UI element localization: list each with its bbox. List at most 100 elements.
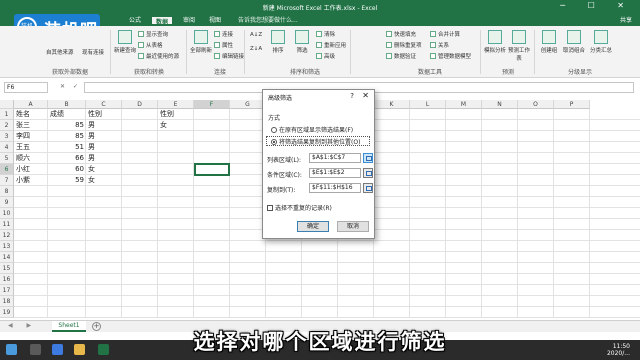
new-query-button[interactable]: 新建查询: [114, 30, 136, 54]
row-header-3[interactable]: 3: [0, 131, 14, 142]
column-header-o[interactable]: O: [518, 100, 554, 109]
cell-b1[interactable]: 成绩: [50, 109, 64, 120]
row-header-9[interactable]: 9: [0, 197, 14, 208]
row-header-6[interactable]: 6: [0, 164, 14, 175]
cell-b6[interactable]: 60: [50, 164, 84, 175]
existing-connections-button[interactable]: 现有连接: [82, 48, 104, 56]
tab-view[interactable]: 视图: [204, 15, 226, 26]
column-header-k[interactable]: K: [374, 100, 410, 109]
data-validation-button[interactable]: 数据验证: [386, 52, 416, 60]
tab-data[interactable]: 数据: [150, 15, 174, 26]
column-header-g[interactable]: G: [230, 100, 266, 109]
copy-to-input[interactable]: $F$11:$H$16: [309, 183, 361, 193]
collapse-dialog-icon[interactable]: [363, 153, 373, 163]
cell-a6[interactable]: 小红: [16, 164, 30, 175]
cell-c1[interactable]: 性别: [88, 109, 102, 120]
cell-a5[interactable]: 顺六: [16, 153, 30, 164]
unique-records-checkbox[interactable]: 选择不重复的记录(R): [267, 203, 332, 212]
row-header-11[interactable]: 11: [0, 219, 14, 230]
connections-button[interactable]: 连接: [214, 30, 233, 38]
tab-review[interactable]: 审阅: [178, 15, 200, 26]
subtotal-button[interactable]: 分类汇总: [588, 30, 614, 54]
collapse-dialog-icon[interactable]: [363, 168, 373, 178]
cell-b7[interactable]: 59: [50, 175, 84, 186]
column-header-f[interactable]: F: [194, 100, 230, 109]
column-header-d[interactable]: D: [122, 100, 158, 109]
cell-e2[interactable]: 女: [160, 120, 167, 131]
tell-me-search[interactable]: 告诉我您想要做什么...: [238, 15, 298, 26]
group-button[interactable]: 创建组: [538, 30, 560, 54]
refresh-all-button[interactable]: 全部刷新: [190, 30, 212, 54]
row-header-1[interactable]: 1: [0, 109, 14, 120]
column-header-c[interactable]: C: [86, 100, 122, 109]
cell-a4[interactable]: 王五: [16, 142, 30, 153]
column-header-n[interactable]: N: [482, 100, 518, 109]
row-header-7[interactable]: 7: [0, 175, 14, 186]
column-header-e[interactable]: E: [158, 100, 194, 109]
column-header-a[interactable]: A: [14, 100, 48, 109]
consolidate-button[interactable]: 合并计算: [430, 30, 460, 38]
row-header-10[interactable]: 10: [0, 208, 14, 219]
name-box[interactable]: F6: [4, 82, 48, 93]
row-header-14[interactable]: 14: [0, 252, 14, 263]
properties-button[interactable]: 属性: [214, 41, 233, 49]
radio-copy-to-location[interactable]: 将筛选结果复制到其他位置(O): [271, 137, 360, 146]
what-if-button[interactable]: 模拟分析: [484, 30, 506, 54]
row-header-19[interactable]: 19: [0, 307, 14, 318]
clear-button[interactable]: 清除: [316, 30, 335, 38]
cell-b2[interactable]: 85: [50, 120, 84, 131]
data-model-button[interactable]: 管理数据模型: [430, 52, 471, 60]
row-header-5[interactable]: 5: [0, 153, 14, 164]
help-button[interactable]: ?: [350, 92, 354, 100]
cell-b4[interactable]: 51: [50, 142, 84, 153]
column-header-m[interactable]: M: [446, 100, 482, 109]
select-all-corner[interactable]: [0, 100, 14, 109]
row-header-16[interactable]: 16: [0, 274, 14, 285]
from-other-sources-button[interactable]: 自其他来源: [46, 48, 74, 56]
cell-a1[interactable]: 姓名: [16, 109, 30, 120]
ungroup-button[interactable]: 取消组合: [562, 30, 586, 54]
relationships-button[interactable]: 关系: [430, 41, 449, 49]
recent-sources-button[interactable]: 最近使用的源: [138, 52, 179, 60]
edit-links-button[interactable]: 编辑链接: [214, 52, 244, 60]
cell-c3[interactable]: 男: [88, 131, 95, 142]
row-header-8[interactable]: 8: [0, 186, 14, 197]
cell-e1[interactable]: 性别: [160, 109, 174, 120]
sort-button[interactable]: 排序: [268, 30, 288, 54]
list-range-input[interactable]: $A$1:$C$7: [309, 153, 361, 163]
forecast-sheet-button[interactable]: 预测工作表: [508, 30, 530, 62]
criteria-range-input[interactable]: $E$1:$E$2: [309, 168, 361, 178]
column-header-b[interactable]: B: [48, 100, 86, 109]
cancel-button[interactable]: 取消: [337, 221, 369, 232]
row-header-17[interactable]: 17: [0, 285, 14, 296]
sort-asc-button[interactable]: A↓Z: [250, 32, 262, 38]
row-header-2[interactable]: 2: [0, 120, 14, 131]
row-header-4[interactable]: 4: [0, 142, 14, 153]
tab-formulas[interactable]: 公式: [124, 15, 146, 26]
active-cell-indicator[interactable]: [194, 163, 230, 176]
collapse-dialog-icon[interactable]: [363, 183, 373, 193]
cell-a3[interactable]: 李四: [16, 131, 30, 142]
close-button[interactable]: ✕: [362, 91, 369, 100]
from-table-button[interactable]: 从表格: [138, 41, 163, 49]
row-header-12[interactable]: 12: [0, 230, 14, 241]
cell-c6[interactable]: 女: [88, 164, 95, 175]
cell-c7[interactable]: 女: [88, 175, 95, 186]
share-button[interactable]: 共享: [620, 15, 632, 26]
column-header-p[interactable]: P: [554, 100, 590, 109]
row-header-13[interactable]: 13: [0, 241, 14, 252]
ok-button[interactable]: 确定: [297, 221, 329, 232]
cell-b3[interactable]: 85: [50, 131, 84, 142]
row-header-18[interactable]: 18: [0, 296, 14, 307]
cell-c2[interactable]: 男: [88, 120, 95, 131]
window-controls[interactable]: ─ ☐ ✕: [560, 1, 634, 10]
row-header-15[interactable]: 15: [0, 263, 14, 274]
advanced-button[interactable]: 高级: [316, 52, 335, 60]
cell-a7[interactable]: 小紫: [16, 175, 30, 186]
show-queries-button[interactable]: 显示查询: [138, 30, 168, 38]
reapply-button[interactable]: 重新应用: [316, 41, 346, 49]
flash-fill-button[interactable]: 快速填充: [386, 30, 416, 38]
cell-c4[interactable]: 男: [88, 142, 95, 153]
sort-desc-button[interactable]: Z↓A: [250, 46, 262, 52]
filter-button[interactable]: 筛选: [292, 30, 312, 54]
